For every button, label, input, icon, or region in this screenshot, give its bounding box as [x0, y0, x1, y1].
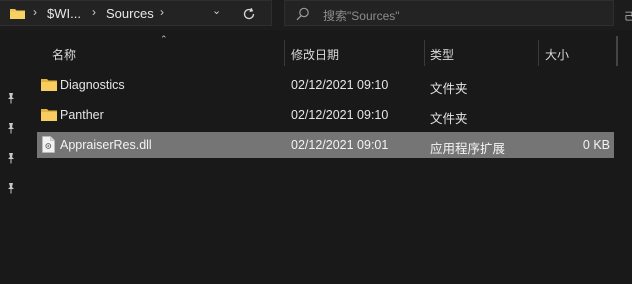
chevron-up-icon: ⌃ [160, 34, 168, 44]
quick-access-pane [0, 30, 24, 284]
breadcrumb-item[interactable]: Sources [106, 6, 154, 21]
list-item[interactable]: AppraiserRes.dll 02/12/2021 09:01 应用程序扩展… [37, 132, 614, 158]
file-size: 0 KB [582, 138, 610, 152]
file-list: ⌃ 名称 修改日期 类型 大小 Diagnostics 02/12/2021 0… [24, 30, 624, 284]
folder-icon [41, 79, 57, 91]
pin-icon[interactable] [5, 92, 17, 104]
column-divider[interactable] [424, 40, 425, 66]
file-type: 应用程序扩展 [430, 142, 506, 156]
list-item[interactable]: Panther 02/12/2021 09:10 文件夹 [37, 102, 614, 128]
address-bar[interactable]: › $WI... › Sources › ⌄ [0, 0, 272, 26]
column-header-modified[interactable]: 修改日期 [291, 46, 339, 63]
refresh-button[interactable] [238, 3, 260, 25]
column-header-name[interactable]: 名称 [52, 46, 76, 63]
file-name: AppraiserRes.dll [60, 138, 152, 152]
pin-icon[interactable] [5, 152, 17, 164]
file-modified: 02/12/2021 09:01 [291, 138, 389, 152]
file-type: 文件夹 [430, 82, 468, 96]
folder-icon [10, 9, 25, 19]
file-modified: 02/12/2021 09:10 [291, 78, 389, 92]
breadcrumb-item[interactable]: $WI... [47, 6, 81, 21]
search-input[interactable]: 搜索"Sources" [323, 7, 400, 24]
column-header-size[interactable]: 大小 [545, 46, 569, 63]
file-name: Panther [60, 108, 104, 122]
file-type: 文件夹 [430, 112, 468, 126]
chevron-right-icon[interactable]: › [160, 5, 164, 19]
file-modified: 02/12/2021 09:10 [291, 108, 389, 122]
pin-icon[interactable] [5, 182, 17, 194]
chevron-right-icon[interactable]: › [92, 5, 96, 19]
file-icon [42, 136, 55, 153]
search-box[interactable]: 搜索"Sources" [284, 0, 614, 26]
top-bar: › $WI... › Sources › ⌄ 搜索"Sources" 己 [0, 0, 632, 30]
folder-icon [41, 109, 57, 121]
column-divider[interactable] [538, 40, 539, 66]
column-divider[interactable] [284, 40, 285, 66]
file-explorer-window: › $WI... › Sources › ⌄ 搜索"Sources" 己 ⌃ 名… [0, 0, 632, 284]
file-name: Diagnostics [60, 78, 125, 92]
pin-icon[interactable] [5, 122, 17, 134]
scrollbar[interactable] [616, 36, 618, 66]
list-item[interactable]: Diagnostics 02/12/2021 09:10 文件夹 [37, 72, 614, 98]
refresh-icon [243, 7, 255, 20]
chevron-right-icon[interactable]: › [33, 5, 37, 19]
edge-glyph: 己 [624, 12, 632, 23]
column-header-type[interactable]: 类型 [430, 46, 454, 63]
search-icon [296, 7, 309, 21]
chevron-down-icon[interactable]: ⌄ [212, 4, 221, 17]
